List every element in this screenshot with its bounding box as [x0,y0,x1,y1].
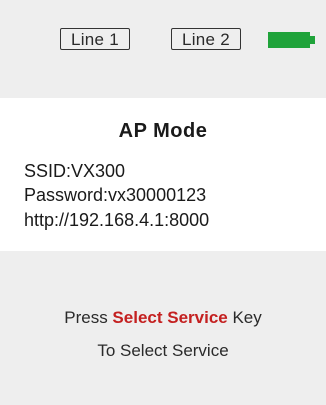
status-bar: Line 1 Line 2 [0,0,326,98]
line-2-indicator: Line 2 [171,28,241,50]
line-1-indicator: Line 1 [60,28,130,50]
mode-title: AP Mode [118,120,208,142]
instruction-line-2: To Select Service [97,341,229,360]
ap-mode-panel: AP Mode SSID:VX300 Password:vx30000123 h… [0,98,326,251]
instruction-prefix: Press [64,308,113,327]
select-service-key-label: Select Service [112,308,228,327]
ssid-text: SSID:VX300 [24,161,126,181]
battery-body [268,32,310,48]
battery-tip [310,36,315,44]
url-text: http://192.168.4.1:8000 [24,210,210,230]
password-text: Password:vx30000123 [24,185,207,205]
instructions-panel: Press Select Service Key To Select Servi… [0,251,326,405]
instruction-suffix: Key [227,308,262,327]
device-screen: Line 1 Line 2 AP Mode SSID:VX300 Passwor… [0,0,326,405]
battery-icon [268,32,316,48]
instruction-line-1: Press Select Service Key [0,308,326,328]
